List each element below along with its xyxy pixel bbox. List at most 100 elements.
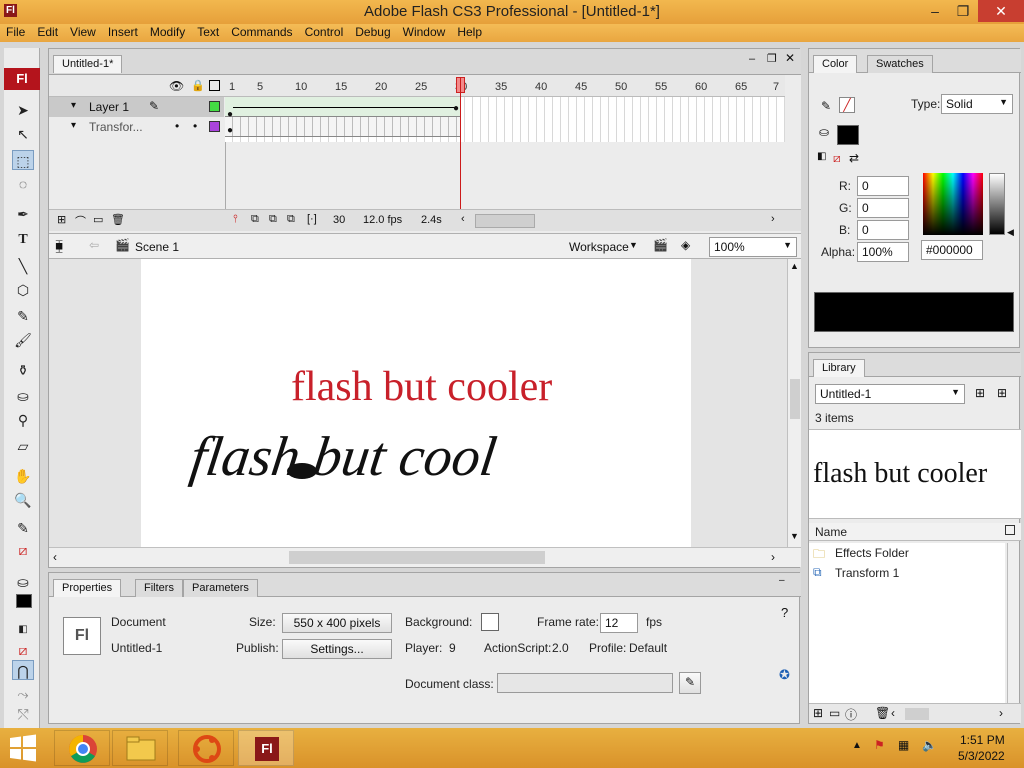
new-library-panel-icon[interactable]: ⊞: [997, 386, 1007, 400]
zoom-tool-icon[interactable]: 🔍: [12, 490, 34, 510]
settings-button[interactable]: Settings...: [282, 639, 392, 659]
insert-folder-icon[interactable]: ▭: [93, 213, 103, 226]
start-button-icon[interactable]: [8, 734, 38, 762]
menu-debug[interactable]: Debug: [349, 24, 396, 42]
slider-arrow-icon[interactable]: ◀: [1007, 227, 1014, 238]
collapse-icon[interactable]: –: [779, 575, 785, 586]
lock-icon[interactable]: 🔒: [191, 79, 205, 92]
menu-edit[interactable]: Edit: [31, 24, 64, 42]
b-input[interactable]: 0: [857, 220, 909, 240]
keyframe-dot[interactable]: ●: [227, 125, 233, 136]
library-vertical-scrollbar[interactable]: [1007, 543, 1019, 703]
tab-swatches[interactable]: Swatches: [867, 55, 933, 73]
tab-library[interactable]: Library: [813, 359, 865, 377]
keyframe-dot[interactable]: ●: [227, 109, 233, 120]
onion-skin-icon[interactable]: ⧉: [251, 213, 259, 226]
column-toggle-icon[interactable]: [1005, 525, 1015, 535]
zoom-select[interactable]: 100% ▼: [709, 237, 797, 257]
stage[interactable]: flash but cooler flash but cool: [141, 259, 691, 547]
scroll-right-icon[interactable]: ›: [771, 213, 775, 225]
list-item[interactable]: 🗀 Effects Folder: [809, 543, 1005, 563]
subselection-tool-icon[interactable]: ↖: [12, 124, 34, 144]
eye-icon[interactable]: 👁: [169, 79, 184, 93]
pin-library-icon[interactable]: ⊞: [975, 386, 985, 400]
collapse-icon[interactable]: –: [749, 53, 755, 65]
layer-row-2[interactable]: ▾ Transfor... • •: [49, 117, 224, 137]
close-button[interactable]: ✕: [978, 0, 1024, 22]
menu-modify[interactable]: Modify: [144, 24, 191, 42]
fill-type-select[interactable]: Solid ▼: [941, 94, 1013, 114]
new-symbol-icon[interactable]: ⊞: [813, 706, 823, 720]
document-class-input[interactable]: [497, 673, 673, 693]
action-center-icon[interactable]: ⚑: [874, 738, 885, 752]
library-h-scroll-thumb[interactable]: [905, 708, 929, 720]
visible-dot[interactable]: •: [175, 119, 179, 133]
back-arrow-icon[interactable]: ⇦: [89, 238, 99, 252]
restore-button[interactable]: ❐: [948, 0, 978, 22]
fill-swatch[interactable]: [16, 594, 32, 608]
stage-vertical-scrollbar[interactable]: ▲ ▼: [787, 259, 801, 547]
stage-horizontal-scrollbar[interactable]: ‹ ›: [49, 547, 801, 567]
brush-tool-icon[interactable]: 🖌: [12, 330, 34, 350]
lasso-tool-icon[interactable]: ◌: [12, 174, 34, 194]
file-explorer-taskbar-icon[interactable]: [112, 730, 168, 766]
stroke-color-icon[interactable]: ✎: [821, 99, 831, 113]
color-spectrum[interactable]: [923, 173, 983, 235]
fill-color-icon[interactable]: ⛀: [12, 572, 34, 592]
scroll-left-icon[interactable]: ‹: [461, 213, 465, 225]
ink-bottle-tool-icon[interactable]: ⚱: [12, 360, 34, 380]
center-frame-icon[interactable]: ⫯: [233, 213, 238, 226]
brightness-slider[interactable]: [989, 173, 1005, 235]
modify-markers-icon[interactable]: [·]: [307, 213, 317, 225]
menu-control[interactable]: Control: [299, 24, 350, 42]
layer-color-swatch[interactable]: [209, 121, 220, 132]
fill-color-swatch[interactable]: [837, 125, 859, 145]
no-color-icon[interactable]: ⧄: [833, 151, 841, 166]
menu-help[interactable]: Help: [451, 24, 488, 42]
fill-color-icon[interactable]: ⛀: [819, 125, 829, 139]
scene-name[interactable]: Scene 1: [135, 240, 179, 254]
menu-text[interactable]: Text: [191, 24, 225, 42]
new-folder-icon[interactable]: ▭: [829, 706, 840, 720]
snap-to-objects-icon[interactable]: ⋂: [12, 660, 34, 680]
keyframe-dot[interactable]: ●: [453, 103, 459, 114]
tab-color[interactable]: Color: [813, 55, 858, 73]
insert-layer-icon[interactable]: ⊞: [57, 213, 66, 226]
frame-grid[interactable]: ● ● ●: [225, 97, 785, 142]
name-column-header[interactable]: Name: [815, 525, 847, 539]
edit-scene-icon[interactable]: 🎬: [653, 238, 668, 252]
stroke-swatch-icon[interactable]: ⧄: [12, 540, 34, 560]
straighten-icon[interactable]: ⤲: [12, 704, 34, 724]
layer-color-swatch[interactable]: [209, 101, 220, 112]
restore-doc-icon[interactable]: ❐: [767, 52, 777, 65]
swap-colors-icon[interactable]: ⇄: [849, 151, 859, 165]
show-hidden-icons-icon[interactable]: ▲: [852, 740, 862, 751]
edit-multiple-icon[interactable]: ⧉: [287, 213, 295, 226]
flash-taskbar-icon[interactable]: Fl: [238, 730, 294, 766]
menu-view[interactable]: View: [64, 24, 102, 42]
clock-time[interactable]: 1:51 PM: [960, 733, 1005, 747]
stroke-color-icon[interactable]: ✎: [12, 518, 34, 538]
minimize-button[interactable]: –: [920, 0, 950, 22]
frame-ruler[interactable]: 1 5 10 15 20 25 30 35 40 45 50 55 60 65 …: [225, 75, 785, 97]
timeline-scroll-thumb[interactable]: [475, 214, 535, 228]
scroll-right-icon[interactable]: ›: [999, 706, 1003, 720]
lock-dot[interactable]: •: [193, 119, 197, 133]
help-icon[interactable]: ?: [781, 605, 788, 620]
add-motion-guide-icon[interactable]: ⌒: [75, 213, 86, 229]
tab-properties[interactable]: Properties: [53, 579, 122, 597]
menu-insert[interactable]: Insert: [102, 24, 144, 42]
delete-icon[interactable]: 🗑: [875, 706, 890, 720]
edit-symbols-icon[interactable]: ◈: [681, 238, 690, 252]
pencil-tool-icon[interactable]: ✎: [12, 306, 34, 326]
text-tool-icon[interactable]: T: [12, 230, 34, 250]
stage-text-red[interactable]: flash but cooler: [291, 363, 552, 411]
tab-parameters[interactable]: Parameters: [183, 579, 258, 597]
close-doc-icon[interactable]: ✕: [785, 51, 795, 65]
layer-name[interactable]: Layer 1: [89, 100, 129, 114]
no-color-icon[interactable]: ⧄: [12, 640, 34, 660]
free-transform-tool-icon[interactable]: ⬚: [12, 150, 34, 170]
background-color-swatch[interactable]: [481, 613, 499, 631]
default-colors-icon[interactable]: ◧: [817, 151, 826, 162]
scroll-up-icon[interactable]: ▲: [790, 261, 799, 271]
